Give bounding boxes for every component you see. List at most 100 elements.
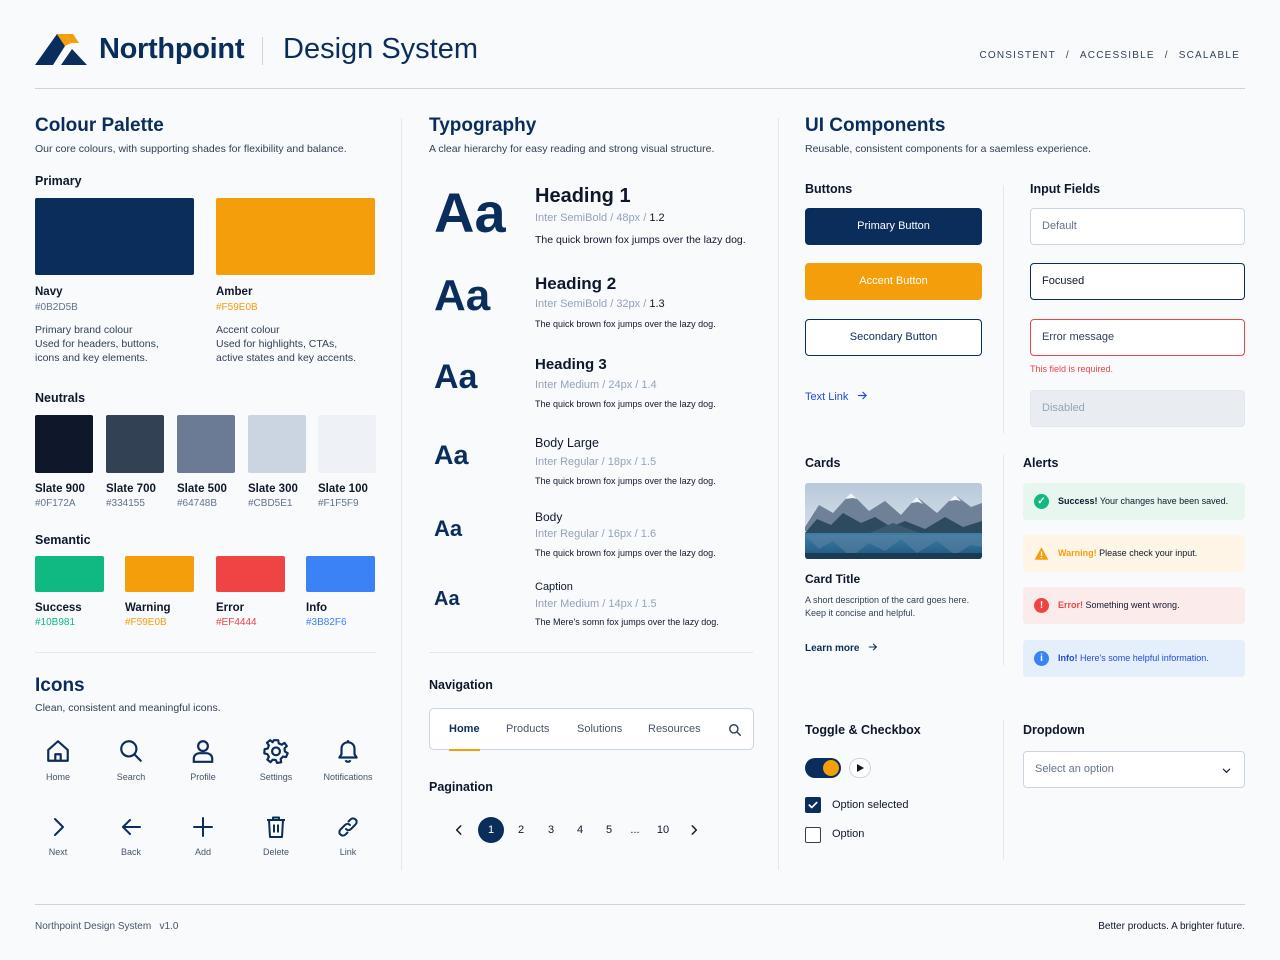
description-line: icons and key elements. [35, 352, 148, 364]
dropdown-select[interactable]: Select an option [1023, 751, 1245, 788]
components-description: Reusable, consistent components for a sa… [805, 143, 1091, 155]
secondary-button[interactable]: Secondary Button [805, 319, 982, 356]
nav-item-solutions[interactable]: Solutions [577, 723, 622, 735]
icon-tile-add[interactable]: Add [173, 815, 233, 857]
swatch-amber [216, 198, 375, 275]
checkbox-checked[interactable] [805, 797, 821, 813]
tagline-separator: / [1164, 50, 1169, 61]
icon-tile-next[interactable]: Next [28, 815, 88, 857]
gear-icon [263, 739, 289, 764]
icon-tile-back[interactable]: Back [101, 815, 161, 857]
icon-label: Notifications [323, 772, 373, 782]
icon-tile-link[interactable]: Link [318, 815, 378, 857]
icon-tile-home[interactable]: Home [28, 738, 88, 782]
swatch-slate-900 [35, 415, 93, 473]
swatch-name: Warning [125, 602, 171, 614]
column-divider [401, 118, 402, 870]
pagination-next[interactable] [687, 823, 701, 842]
swatch-slate-100 [318, 415, 376, 473]
column-divider [778, 118, 779, 870]
input-focused[interactable]: Focused [1030, 263, 1245, 300]
icons-description: Clean, consistent and meaningful icons. [35, 702, 221, 714]
swatch-hex: #64748B [177, 498, 218, 509]
swatch-hex: #0F172A [35, 498, 76, 509]
page-3[interactable]: 3 [538, 824, 564, 836]
type-style-name: Heading 3 [535, 356, 607, 373]
type-style-spec: Inter Medium / 24px / 1.4 [535, 379, 657, 391]
info-circle-icon: i [1034, 651, 1049, 666]
page-1[interactable]: 1 [478, 817, 504, 843]
swatch-name: Slate 100 [318, 483, 368, 495]
plus-icon [193, 817, 213, 837]
spec-value: 1.3 [649, 298, 665, 310]
swatch-name: Amber [216, 286, 253, 298]
inner-divider [1003, 720, 1004, 860]
nav-item-products[interactable]: Products [506, 723, 549, 735]
text-link[interactable]: Text Link [805, 387, 868, 405]
icon-tile-notifications[interactable]: Notifications [318, 738, 378, 782]
checkbox-label: Option selected [832, 799, 909, 811]
icon-tile-delete[interactable]: Delete [246, 815, 306, 857]
type-style-sample: The quick brown fox jumps over the lazy … [535, 234, 746, 246]
swatch-hex: #F59E0B [216, 302, 258, 313]
page-2[interactable]: 2 [508, 824, 534, 836]
pagination-prev[interactable] [452, 823, 466, 842]
type-sample-caption: Aa [434, 588, 460, 610]
input-default[interactable]: Default [1030, 208, 1245, 245]
pagination-title: Pagination [429, 780, 493, 794]
input-error-hint: This field is required. [1030, 364, 1114, 374]
nav-item-resources[interactable]: Resources [648, 723, 701, 735]
page-ellipsis: ... [630, 824, 640, 836]
tagline-word: SCALABLE [1178, 50, 1240, 61]
chevron-right-icon [691, 825, 698, 835]
page-10[interactable]: 10 [650, 824, 676, 836]
alert-text: Please check your input. [1096, 548, 1198, 558]
toggle-on[interactable] [805, 758, 841, 778]
type-sample-h1: Aa [434, 181, 506, 244]
checkbox-unchecked[interactable] [805, 827, 821, 843]
page-4[interactable]: 4 [567, 824, 593, 836]
accent-button[interactable]: Accent Button [805, 263, 982, 300]
brand-name: Northpoint [99, 33, 245, 65]
toggle-knob [823, 760, 839, 776]
alert-text: Something went wrong. [1083, 600, 1180, 610]
nav-active-indicator [449, 749, 480, 751]
search-icon[interactable] [728, 723, 742, 737]
swatch-slate-700 [106, 415, 164, 473]
swatch-name: Slate 500 [177, 483, 227, 495]
primary-button[interactable]: Primary Button [805, 208, 982, 245]
check-circle-icon: ✓ [1034, 494, 1049, 509]
swatch-info [306, 556, 375, 592]
input-error[interactable]: Error message [1030, 319, 1245, 356]
alert-info: i Info! Here's some helpful information. [1023, 640, 1245, 677]
nav-item-home[interactable]: Home [449, 723, 480, 735]
swatch-name: Slate 900 [35, 483, 85, 495]
icon-tile-profile[interactable]: Profile [173, 738, 233, 782]
home-icon [47, 740, 69, 762]
swatch-hex: #10B981 [35, 617, 76, 628]
chevron-left-icon [455, 825, 462, 835]
alert-strong: Error! [1058, 600, 1084, 610]
type-style-spec: Inter Regular / 16px / 1.6 [535, 528, 656, 540]
brand-logo [35, 30, 87, 71]
type-style-sample: The quick brown fox jumps over the lazy … [535, 548, 716, 558]
type-style-sample: The quick brown fox jumps over the lazy … [535, 399, 716, 409]
typography-description: A clear hierarchy for easy reading and s… [429, 143, 715, 155]
palette-title: Colour Palette [35, 115, 164, 136]
type-style-spec: Inter Medium / 14px / 1.5 [535, 598, 657, 610]
brand-divider [262, 37, 263, 65]
type-style-name: Caption [535, 581, 573, 593]
arrow-right-icon [868, 643, 877, 651]
swatch-name: Info [306, 602, 328, 614]
section-divider [35, 652, 376, 653]
inner-divider [1003, 185, 1004, 433]
swatch-description: Accent colour Used for highlights, CTAs,… [216, 323, 356, 365]
page-5[interactable]: 5 [596, 824, 622, 836]
section-divider [429, 652, 753, 653]
card-learn-more[interactable]: Learn more [805, 638, 878, 656]
icon-tile-search[interactable]: Search [101, 738, 161, 782]
icon-tile-settings[interactable]: Settings [246, 738, 306, 782]
icon-label: Back [120, 847, 141, 857]
swatch-hex: #F1F5F9 [318, 498, 359, 509]
toggle-off[interactable] [849, 758, 871, 778]
